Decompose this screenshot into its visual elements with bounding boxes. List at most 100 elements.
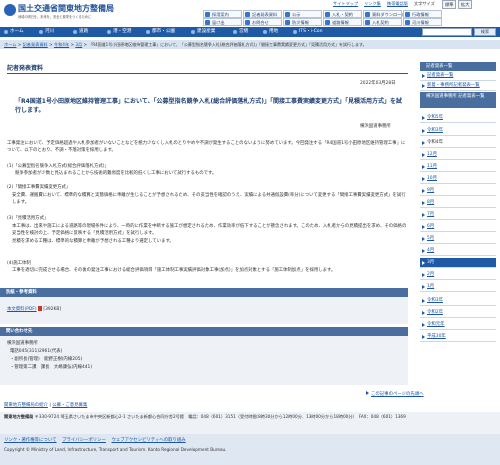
sidebar-item-label: 6月 xyxy=(427,224,435,229)
item3-body: 本工事は、出来や施工による道路等の現場条件により、一時的に作業を中断する施工が想… xyxy=(12,224,407,236)
bidding-button[interactable]: 入札・契約 xyxy=(323,10,362,18)
arrow-icon xyxy=(422,299,425,303)
sidebar-year-r5[interactable]: 令和5年 xyxy=(420,113,496,123)
sidebar-month-2[interactable]: 2月 xyxy=(420,270,496,280)
press-release-button[interactable]: 記者発表資料 xyxy=(243,10,282,18)
sidebar-item-new-press[interactable]: 新着・事務所記者発表一覧 xyxy=(420,81,496,91)
breadcrumb-press[interactable]: 記者発表資料 xyxy=(23,42,48,47)
mlit-logo-icon[interactable] xyxy=(4,4,16,16)
related-link-public-comment[interactable]: 公募・ご意見募集 xyxy=(52,403,87,408)
sidebar-year-r3-top[interactable]: 令和3年 xyxy=(420,126,496,136)
contact-button[interactable]: お問合せ xyxy=(243,18,282,26)
contact-person-2: ・管理第二課 課長 大嶋康弘(内線441) xyxy=(10,365,93,370)
site-title[interactable]: 国土交通省関東地方整備局 xyxy=(18,3,114,14)
mobile-link[interactable]: 携帯電話版 xyxy=(387,1,408,7)
nav-home-label: ホーム xyxy=(10,29,24,34)
sidebar-month-8[interactable]: 8月 xyxy=(420,198,496,208)
nav-its[interactable]: ITS・i-Con xyxy=(292,27,323,37)
sidebar-month-4[interactable]: 4月 xyxy=(420,246,496,256)
sidebar-month-6[interactable]: 6月 xyxy=(420,222,496,232)
footer-link-copyright[interactable]: リンク・著作権等について xyxy=(4,438,56,443)
nav-port[interactable]: 港・空港 xyxy=(106,27,131,37)
footer-link-privacy[interactable]: プライバシーポリシー xyxy=(62,438,106,443)
road-nav-icon xyxy=(73,30,77,34)
sidebar-month-11[interactable]: 11月 xyxy=(420,162,496,172)
sidebar-month-12[interactable]: 12月 xyxy=(420,150,496,160)
font-size-label: 文字サイズ xyxy=(414,1,435,6)
breadcrumb-month[interactable]: 3月 xyxy=(75,42,82,47)
sidebar-month-10[interactable]: 10月 xyxy=(420,174,496,184)
recruit-icon xyxy=(205,12,210,17)
recruit-button[interactable]: 採用案内 xyxy=(203,10,242,18)
notification-button[interactable]: 届け出 xyxy=(203,18,242,26)
search-input[interactable] xyxy=(422,28,472,36)
sidebar-year-current[interactable]: 令和4年 xyxy=(420,138,496,148)
admin-info-button[interactable]: 行政情報 xyxy=(403,10,442,18)
links-link[interactable]: リンク集 xyxy=(364,1,381,7)
sidebar-item-label: 2月 xyxy=(427,272,435,277)
breadcrumb-home[interactable]: ホーム xyxy=(4,42,16,47)
arrow-icon xyxy=(422,84,425,88)
sidebar-item-label: 令和3年 xyxy=(427,128,443,133)
sidebar-year-r3[interactable]: 令和3年 xyxy=(420,296,496,306)
related-link-intro[interactable]: 関東地方整備局の紹介 xyxy=(4,403,48,408)
notification-label: 届け出 xyxy=(212,20,225,25)
bidding-label: 入札・契約 xyxy=(332,12,353,17)
river-info-button[interactable]: 河川情報 xyxy=(403,18,442,26)
sidebar-item-label: 11月 xyxy=(427,164,437,169)
sidebar-month-3[interactable]: 3月 xyxy=(420,258,496,268)
back-to-top-link[interactable]: この記事のページの先頭へ xyxy=(371,392,424,397)
sidebar-item-label: 令和5年 xyxy=(427,115,443,120)
breadcrumb-year[interactable]: 令和4年 xyxy=(54,42,69,47)
section-title: 記者発表資料 xyxy=(7,65,44,72)
nav-land[interactable]: 用地 xyxy=(262,27,278,37)
sidebar-month-7[interactable]: 7月 xyxy=(420,210,496,220)
nav-building[interactable]: 営繕 xyxy=(232,27,248,37)
public-notice-button[interactable]: 公示 xyxy=(283,10,322,18)
search-button[interactable]: 検索 xyxy=(474,28,496,36)
river-icon xyxy=(405,20,410,25)
nav-home[interactable]: ホーム xyxy=(3,27,24,37)
nav-construction[interactable]: 建設産業 xyxy=(190,27,215,37)
sidebar-year-r2[interactable]: 令和2年 xyxy=(420,308,496,318)
disaster-icon xyxy=(285,20,290,25)
sidebar-item-label: 1月 xyxy=(427,284,435,289)
font-size-large-button[interactable]: 拡大 xyxy=(458,0,473,9)
sidebar-year-h30[interactable]: 平成30年 xyxy=(420,332,496,342)
attachment-pdf-link[interactable]: 本文資料(PDF) xyxy=(7,307,37,312)
intro-text: 工事発注において、予定価格超過や入札参加者がいないことなどを極力少なくし入札のと… xyxy=(7,141,406,153)
footer-address: 関東地方整備局 〒330-9724 埼玉県さいたま市中央区新都心2-1 さいたま… xyxy=(4,414,496,420)
sidebar-year-r1[interactable]: 令和元年 xyxy=(420,320,496,330)
item3-heading: (3)「見積活用方式」 xyxy=(7,216,49,221)
sidebar-month-9[interactable]: 9月 xyxy=(420,186,496,196)
sitemap-link[interactable]: サイトマップ xyxy=(333,1,358,7)
contract-label: 入札契約 xyxy=(372,20,389,25)
item1-heading: (1)「公募型指名競争入札方式(総合評価落札方式)」 xyxy=(7,164,109,169)
sidebar-item-label: 7月 xyxy=(427,212,435,217)
river-nav-icon xyxy=(39,30,43,34)
font-size-standard-button[interactable]: 標準 xyxy=(442,0,457,9)
arrow-icon xyxy=(422,165,425,169)
sidebar-header-office-label: 横浜国道事務所 記者発表一覧 xyxy=(426,94,485,99)
sidebar-item-label: 平成30年 xyxy=(427,334,446,339)
download-button[interactable]: 資料ダウンロード xyxy=(363,10,406,18)
sidebar-month-5[interactable]: 5月 xyxy=(420,234,496,244)
home-icon xyxy=(4,30,8,34)
sidebar-header-office: 横浜国道事務所 記者発表一覧 xyxy=(420,92,496,108)
nav-city[interactable]: 都市・公園 xyxy=(145,27,175,37)
sidebar-item-label: 新着・事務所記者発表一覧 xyxy=(427,83,480,88)
footer-link-accessibility[interactable]: ウェブアクセシビリティへの取り組み xyxy=(111,438,185,443)
breadcrumb-current: 「R4国道1号小田原地区維持管理工事」において、「公募型指名競争入札(総合評価落… xyxy=(88,42,367,47)
nav-river[interactable]: 河川 xyxy=(38,27,54,37)
back-to-top-icon xyxy=(366,391,369,395)
footer-org: 関東地方整備局 xyxy=(4,414,34,419)
sidebar-header-press: 記者発表一覧 xyxy=(420,62,496,71)
sidebar-item-press-list[interactable]: 記者発表一覧 xyxy=(420,71,496,81)
sidebar-month-1[interactable]: 1月 xyxy=(420,282,496,292)
nav-building-label: 営繕 xyxy=(239,29,249,34)
bid-contract-button[interactable]: 入札契約 xyxy=(363,18,402,26)
nav-road[interactable]: 道路 xyxy=(72,27,88,37)
road-info-button[interactable]: 道路情報 xyxy=(323,18,362,26)
disaster-info-button[interactable]: 防災情報 xyxy=(283,18,322,26)
sidebar-item-label: 10月 xyxy=(427,176,437,181)
